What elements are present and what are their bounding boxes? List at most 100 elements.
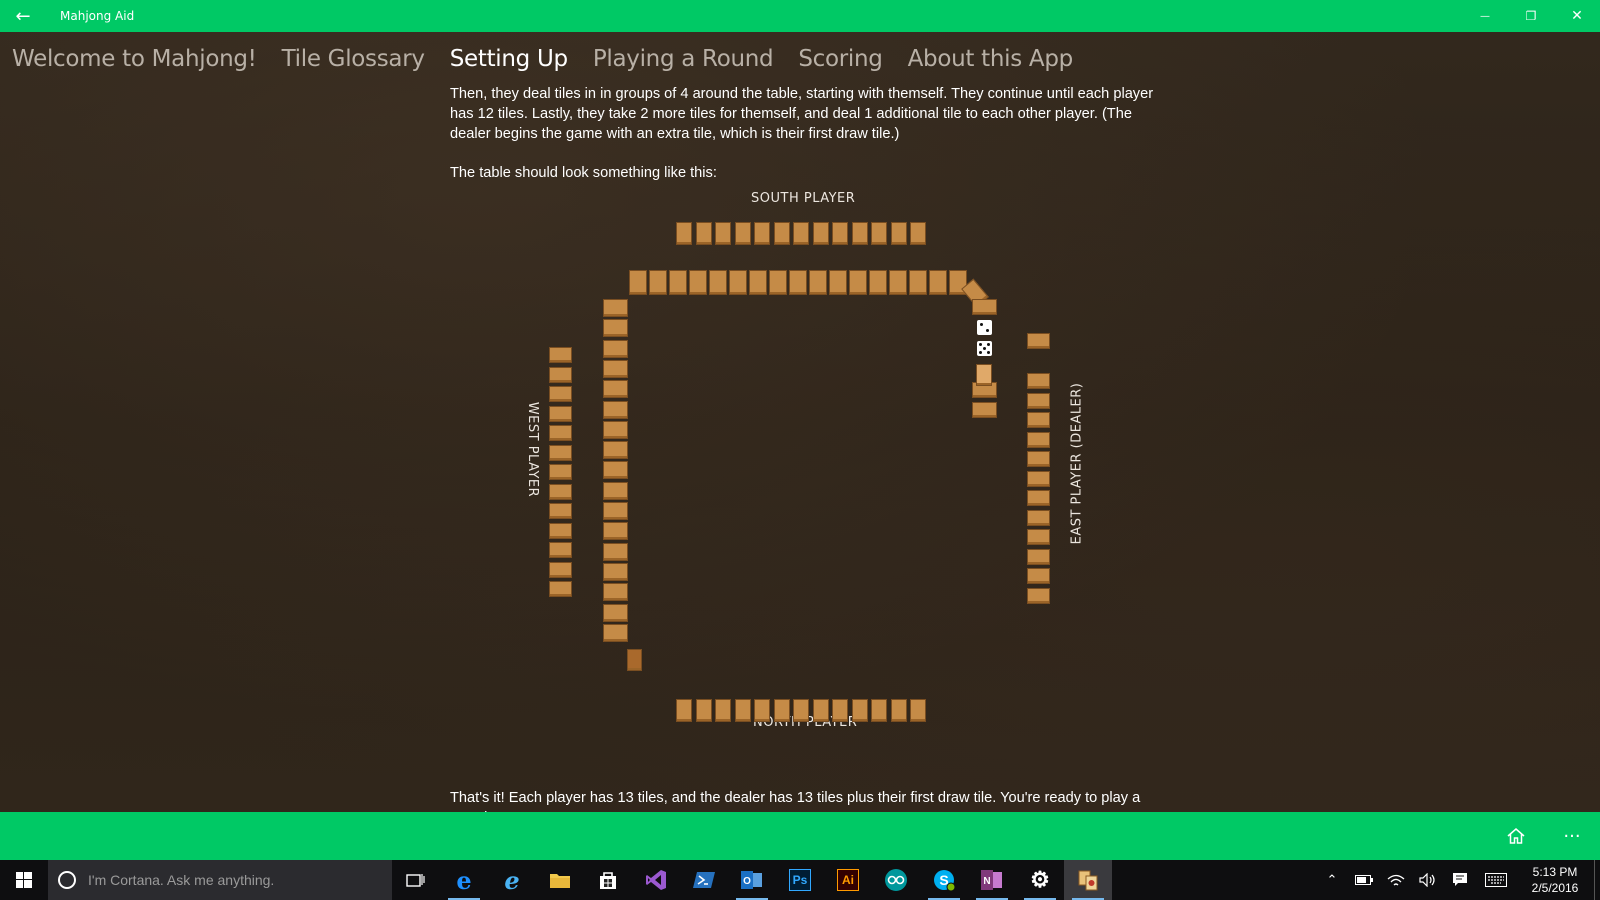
onenote-app[interactable]: N [968, 860, 1016, 900]
restore-button[interactable]: ❐ [1508, 0, 1554, 32]
north-hand-tile [812, 699, 829, 722]
tab-welcome[interactable]: Welcome to Mahjong! [12, 46, 257, 72]
south-hand-tile [695, 222, 712, 245]
wall-tile [603, 461, 628, 480]
settings-app[interactable]: ⚙ [1016, 860, 1064, 900]
south-hand-tile [871, 222, 887, 245]
south-hand-tile [890, 222, 907, 245]
cortana-search-box[interactable]: I'm Cortana. Ask me anything. [48, 860, 392, 900]
table-intro-text: The table should look something like thi… [450, 165, 717, 181]
tab-about[interactable]: About this App [908, 46, 1074, 72]
wall-tile [669, 270, 687, 295]
task-view-button[interactable] [392, 860, 440, 900]
internet-explorer-icon: e [504, 865, 520, 895]
store-app[interactable] [584, 860, 632, 900]
wall-tile [603, 339, 628, 358]
dice-icon [977, 320, 992, 335]
west-hand-tile [549, 542, 572, 558]
tab-setting-up[interactable]: Setting Up [450, 46, 568, 72]
edge-icon: e [456, 865, 472, 895]
action-center-button[interactable] [1444, 860, 1476, 900]
close-icon: ✕ [1571, 8, 1583, 24]
wall-tile [603, 502, 628, 520]
wall-tile [849, 270, 867, 295]
west-hand-tile [549, 503, 572, 519]
east-hand-tile [1027, 470, 1050, 487]
powershell-app[interactable] [680, 860, 728, 900]
south-hand-tile [734, 222, 751, 245]
cortana-icon [58, 871, 76, 889]
south-hand-tile [676, 222, 692, 245]
photoshop-app[interactable]: Ps [776, 860, 824, 900]
close-button[interactable]: ✕ [1554, 0, 1600, 32]
edge-app[interactable]: e [440, 860, 488, 900]
north-hand-tile [773, 699, 790, 722]
visual-studio-icon [646, 870, 666, 890]
wall-tile [869, 270, 887, 295]
east-hand-tile [1027, 333, 1050, 349]
wall-tile [603, 319, 628, 338]
arduino-app[interactable] [872, 860, 920, 900]
wall-tile [603, 359, 628, 378]
minimize-button[interactable]: — [1462, 0, 1508, 32]
more-icon: ··· [1563, 825, 1581, 847]
network-status[interactable] [1380, 860, 1412, 900]
east-hand-tile [1027, 529, 1050, 545]
visual-studio-app[interactable] [632, 860, 680, 900]
cortana-placeholder: I'm Cortana. Ask me anything. [88, 872, 275, 888]
home-icon [1507, 828, 1525, 844]
back-button[interactable]: ← [0, 0, 46, 32]
illustrator-icon: Ai [837, 869, 859, 891]
volume-control[interactable] [1412, 860, 1444, 900]
east-hand-tile [1027, 548, 1050, 565]
south-hand-tile [773, 222, 790, 245]
home-button[interactable] [1488, 812, 1544, 860]
wall-tile [603, 562, 628, 581]
mahjong-tiles-icon [1078, 870, 1098, 891]
show-desktop-button[interactable] [1594, 860, 1600, 900]
touch-keyboard-button[interactable] [1476, 860, 1516, 900]
south-hand-tile [812, 222, 829, 245]
battery-status[interactable] [1348, 860, 1380, 900]
folder-icon [550, 874, 570, 888]
wall-tile [829, 270, 847, 295]
west-hand-tile [549, 522, 572, 539]
west-hand-tile [549, 425, 572, 441]
more-options-button[interactable]: ··· [1544, 812, 1600, 860]
tab-playing-a-round[interactable]: Playing a Round [593, 46, 774, 72]
wall-tile [603, 400, 628, 419]
north-hand-tile [734, 699, 751, 722]
wall-tile [603, 481, 628, 500]
wall-tile [769, 270, 787, 295]
svg-text:O: O [743, 876, 751, 887]
skype-app[interactable]: S [920, 860, 968, 900]
tab-scoring[interactable]: Scoring [798, 46, 883, 72]
south-hand-tile [851, 222, 868, 245]
outlook-app[interactable]: O [728, 860, 776, 900]
wifi-icon [1387, 874, 1405, 886]
windows-taskbar: I'm Cortana. Ask me anything. e e O Ps A… [0, 860, 1600, 900]
start-button[interactable] [0, 860, 48, 900]
windows-logo-icon [16, 872, 32, 888]
deal-paragraph: Then, they deal tiles in in groups of 4 … [450, 86, 1154, 142]
south-hand-tile [910, 222, 926, 245]
east-hand-tile [1027, 412, 1050, 428]
mahjong-aid-app[interactable] [1064, 860, 1112, 900]
south-hand-tile [793, 222, 809, 245]
tab-tile-glossary[interactable]: Tile Glossary [282, 46, 425, 72]
north-hand-tile [754, 699, 770, 722]
wall-tile [649, 270, 667, 295]
wall-tile [603, 441, 628, 460]
internet-explorer-app[interactable]: e [488, 860, 536, 900]
show-hidden-icons-button[interactable]: ⌃ [1316, 860, 1348, 900]
wall-tile [603, 380, 628, 399]
clock-date: 2/5/2016 [1531, 881, 1579, 895]
east-hand-tile [1027, 451, 1050, 467]
wall-break-tile [961, 278, 989, 308]
outlook-icon: O [741, 871, 762, 889]
clock[interactable]: 5:13 PM 2/5/2016 [1516, 864, 1594, 896]
north-hand-tile [851, 699, 868, 722]
illustrator-app[interactable]: Ai [824, 860, 872, 900]
file-explorer-app[interactable] [536, 860, 584, 900]
speaker-icon [1419, 873, 1435, 887]
